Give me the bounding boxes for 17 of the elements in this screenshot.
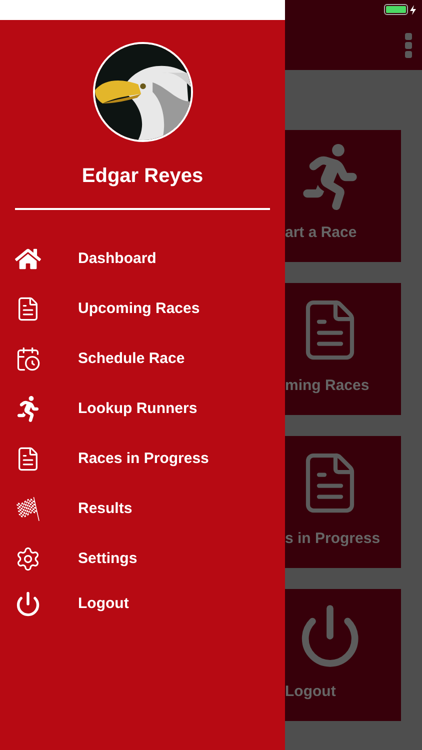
menu-item[interactable]: Logout <box>0 589 285 619</box>
menu-item[interactable]: Upcoming Races <box>0 294 285 324</box>
more-menu-icon[interactable] <box>405 33 412 58</box>
settings-icon <box>15 546 41 572</box>
menu-item[interactable]: Races in Progress <box>0 444 285 474</box>
menu-item[interactable]: Settings <box>0 544 285 574</box>
menu-item[interactable]: Schedule Race <box>0 344 285 374</box>
power-icon <box>15 591 41 617</box>
calendar-icon <box>15 346 41 372</box>
menu-item[interactable]: Results <box>0 494 285 524</box>
home-icon <box>15 246 41 272</box>
battery-icon <box>384 4 416 15</box>
user-name: Edgar Reyes <box>82 164 204 188</box>
runner-icon <box>15 396 41 422</box>
menu-item[interactable]: Dashboard <box>0 244 285 274</box>
menu-item[interactable]: Lookup Runners <box>0 394 285 424</box>
checkered-flag-icon <box>15 496 41 522</box>
